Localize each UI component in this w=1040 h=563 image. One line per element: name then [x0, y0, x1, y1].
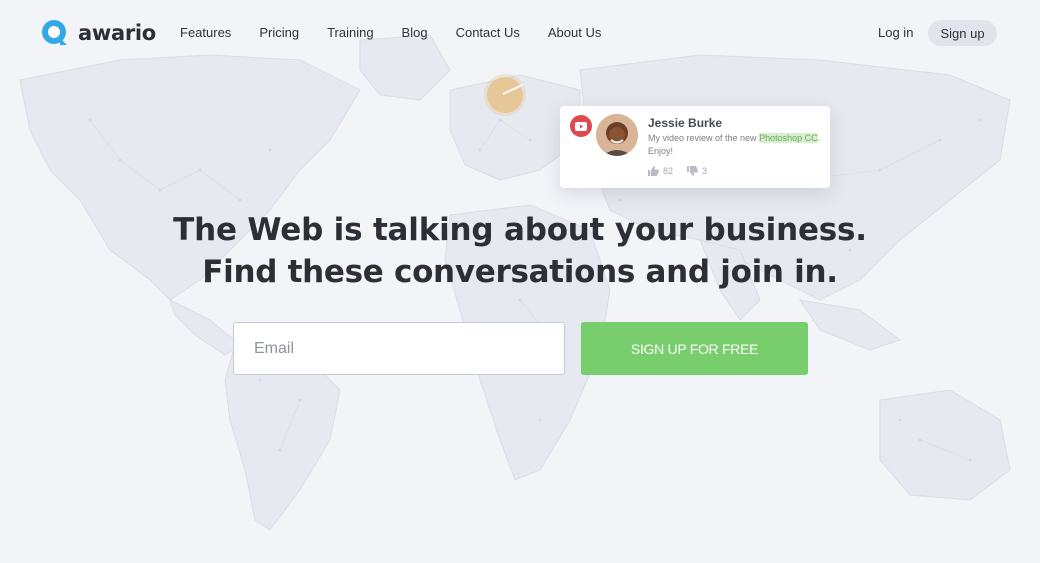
dislikes-stat: 3	[687, 166, 707, 176]
nav-training[interactable]: Training	[313, 22, 387, 44]
thumbs-up-icon	[648, 166, 659, 176]
signup-button[interactable]: Sign up	[928, 20, 997, 46]
mention-stats: 82 3	[648, 166, 707, 176]
main-nav: Features Pricing Training Blog Contact U…	[166, 22, 615, 44]
thumbs-down-icon	[687, 166, 699, 176]
mention-keyword-highlight: Photoshop CC	[759, 133, 818, 143]
nav-blog[interactable]: Blog	[388, 22, 442, 44]
brand-name: awario	[78, 21, 156, 45]
awario-logo[interactable]: awario	[40, 17, 156, 49]
mention-author: Jessie Burke	[648, 116, 723, 130]
youtube-icon	[570, 115, 592, 137]
login-link[interactable]: Log in	[868, 22, 923, 44]
awario-logo-icon	[42, 20, 67, 45]
email-input[interactable]	[233, 322, 565, 375]
mention-text-before: My video review of the new	[648, 133, 760, 143]
likes-count: 82	[663, 166, 674, 176]
nav-pricing[interactable]: Pricing	[245, 22, 313, 44]
mention-text: My video review of the new Photoshop CC.…	[648, 132, 823, 158]
mention-card: Jessie Burke My video review of the new …	[560, 106, 830, 188]
map-location-marker	[487, 77, 523, 113]
hero-headline: The Web is talking about your business.	[173, 212, 867, 248]
nav-contact-us[interactable]: Contact Us	[442, 22, 534, 44]
likes-stat: 82	[648, 166, 673, 176]
signup-free-button[interactable]: SIGN UP FOR FREE	[581, 322, 808, 375]
nav-features[interactable]: Features	[166, 22, 245, 44]
nav-about-us[interactable]: About Us	[534, 22, 615, 44]
avatar	[596, 114, 638, 156]
hero-subheadline: Find these conversations and join in.	[202, 254, 838, 290]
dislikes-count: 3	[702, 166, 708, 176]
site-header: awario Features Pricing Training Blog Co…	[0, 0, 1040, 66]
